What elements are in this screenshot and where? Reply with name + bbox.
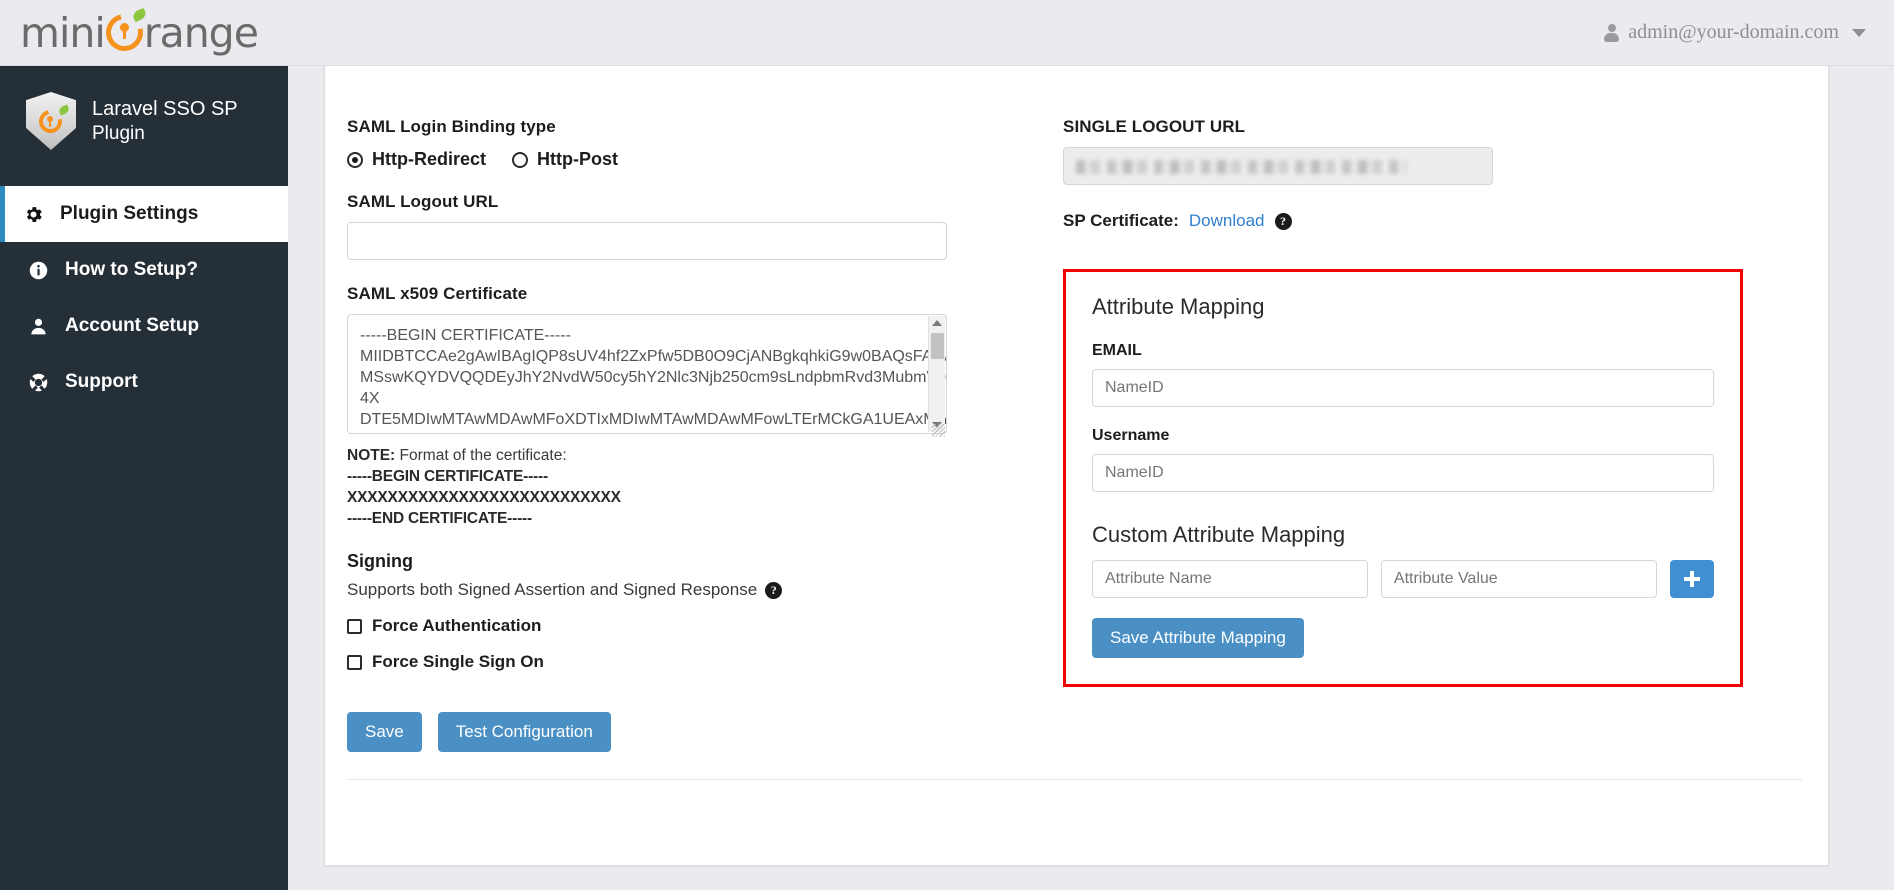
right-settings-column: SINGLE LOGOUT URL SP Certificate: Downlo… — [1063, 117, 1803, 687]
save-attribute-mapping-button[interactable]: Save Attribute Mapping — [1092, 618, 1304, 658]
certificate-scrollbar[interactable] — [928, 316, 945, 432]
settings-card: SAML Login Binding type Http-Redirect Ht… — [324, 66, 1829, 866]
signing-description: Supports both Signed Assertion and Signe… — [347, 580, 758, 599]
shield-logo-icon — [26, 92, 76, 150]
scrollbar-thumb[interactable] — [931, 333, 944, 359]
sidebar-item-label: How to Setup? — [65, 259, 198, 280]
add-attribute-button[interactable] — [1669, 560, 1714, 598]
certificate-format-note: NOTE: Format of the certificate: -----BE… — [347, 445, 987, 529]
radio-dot-icon — [512, 151, 529, 168]
logo-text-pre: mini — [20, 8, 106, 57]
chevron-down-icon[interactable] — [1852, 28, 1866, 37]
footer-divider — [347, 779, 1802, 780]
textarea-resize-handle[interactable] — [932, 424, 945, 437]
scroll-up-icon[interactable] — [932, 320, 942, 326]
binding-type-label: SAML Login Binding type — [347, 117, 556, 136]
single-logout-url-input[interactable] — [1063, 147, 1493, 185]
user-icon — [26, 314, 50, 338]
note-line: -----BEGIN CERTIFICATE----- — [347, 468, 548, 485]
checkbox-label: Force Single Sign On — [372, 652, 544, 671]
sidebar-item-label: Support — [65, 371, 138, 392]
attribute-value-input[interactable] — [1380, 560, 1657, 598]
main-content: SAML Login Binding type Http-Redirect Ht… — [288, 66, 1894, 890]
sidebar-item-plugin-settings[interactable]: Plugin Settings — [0, 186, 288, 242]
sp-certificate-row: SP Certificate: Download ? — [1063, 211, 1803, 231]
radio-dot-icon — [347, 151, 363, 168]
checkbox-box-icon — [347, 618, 362, 634]
force-single-sign-on-checkbox[interactable]: Force Single Sign On — [347, 652, 987, 672]
radio-label: Http-Redirect — [372, 149, 487, 169]
help-icon[interactable]: ? — [1274, 212, 1292, 230]
attribute-name-input[interactable] — [1092, 560, 1368, 598]
info-icon — [26, 258, 50, 282]
sidebar-item-label: Plugin Settings — [60, 203, 199, 224]
test-configuration-button[interactable]: Test Configuration — [437, 712, 611, 752]
radio-http-post[interactable]: Http-Post — [512, 149, 618, 170]
certificate-textarea-wrap: -----BEGIN CERTIFICATE----- MIIDBTCCAe2g… — [347, 314, 947, 439]
logo-text-post: range — [143, 8, 259, 57]
form-action-buttons: Save Test Configuration — [347, 712, 611, 752]
app-root: mini range admin@your-domain.com Laravel … — [0, 0, 1894, 890]
left-settings-column: SAML Login Binding type Http-Redirect Ht… — [347, 117, 987, 672]
lifebuoy-icon — [26, 370, 50, 394]
signing-description-row: Supports both Signed Assertion and Signe… — [347, 580, 987, 600]
miniorange-logo: mini range — [20, 6, 259, 58]
username-attribute-label: Username — [1092, 427, 1170, 444]
radio-http-redirect[interactable]: Http-Redirect — [347, 149, 486, 170]
radio-label: Http-Post — [537, 149, 618, 169]
save-button[interactable]: Save — [347, 712, 422, 752]
sidebar-item-support[interactable]: Support — [0, 354, 288, 410]
saml-x509-certificate-label: SAML x509 Certificate — [347, 284, 528, 303]
signing-heading: Signing — [347, 551, 413, 571]
custom-attribute-mapping-title: Custom Attribute Mapping — [1092, 522, 1346, 547]
product-name: Laravel SSO SP — [92, 98, 238, 121]
email-attribute-input[interactable] — [1092, 369, 1714, 407]
attribute-mapping-panel: Attribute Mapping EMAIL Username Custom … — [1063, 269, 1743, 687]
sidebar-brand: Laravel SSO SP Plugin — [0, 66, 288, 176]
checkbox-label: Force Authentication — [372, 616, 542, 635]
sidebar-item-label: Account Setup — [65, 315, 200, 336]
saml-logout-url-input[interactable] — [347, 222, 947, 260]
miniorange-ring-icon — [98, 6, 150, 58]
redacted-url-text — [1076, 160, 1406, 174]
help-icon[interactable]: ? — [765, 581, 783, 599]
custom-attribute-row — [1092, 560, 1714, 598]
product-sub: Plugin — [92, 122, 145, 144]
sidebar-item-account-setup[interactable]: Account Setup — [0, 298, 288, 354]
username-attribute-input[interactable] — [1092, 454, 1714, 492]
sidebar-item-how-to-setup[interactable]: How to Setup? — [0, 242, 288, 298]
sp-certificate-label: SP Certificate: — [1063, 211, 1179, 230]
force-authentication-checkbox[interactable]: Force Authentication — [347, 616, 987, 636]
saml-logout-url-label: SAML Logout URL — [347, 192, 499, 211]
binding-type-radio-group: Http-Redirect Http-Post — [347, 149, 987, 170]
note-text: Format of the certificate: — [399, 447, 567, 464]
note-line: XXXXXXXXXXXXXXXXXXXXXXXXXXX — [347, 489, 621, 506]
sidebar-nav: Plugin Settings How to Setup? Account Se… — [0, 186, 288, 410]
sp-certificate-download-link[interactable]: Download — [1189, 211, 1265, 231]
plus-icon — [1683, 571, 1700, 587]
note-line: -----END CERTIFICATE----- — [347, 510, 532, 527]
sidebar: Laravel SSO SP Plugin Plugin Settings Ho… — [0, 66, 288, 890]
gear-icon — [21, 202, 45, 226]
attribute-mapping-title: Attribute Mapping — [1092, 294, 1265, 319]
account-menu[interactable]: admin@your-domain.com — [1604, 21, 1866, 44]
user-icon — [1604, 23, 1620, 42]
single-logout-url-label: SINGLE LOGOUT URL — [1063, 117, 1246, 136]
email-attribute-label: EMAIL — [1092, 342, 1142, 359]
saml-x509-certificate-textarea[interactable]: -----BEGIN CERTIFICATE----- MIIDBTCCAe2g… — [347, 314, 947, 434]
top-bar: mini range admin@your-domain.com — [0, 0, 1894, 66]
note-head: NOTE: — [347, 447, 396, 464]
checkbox-box-icon — [347, 654, 362, 670]
account-email: admin@your-domain.com — [1628, 21, 1839, 43]
